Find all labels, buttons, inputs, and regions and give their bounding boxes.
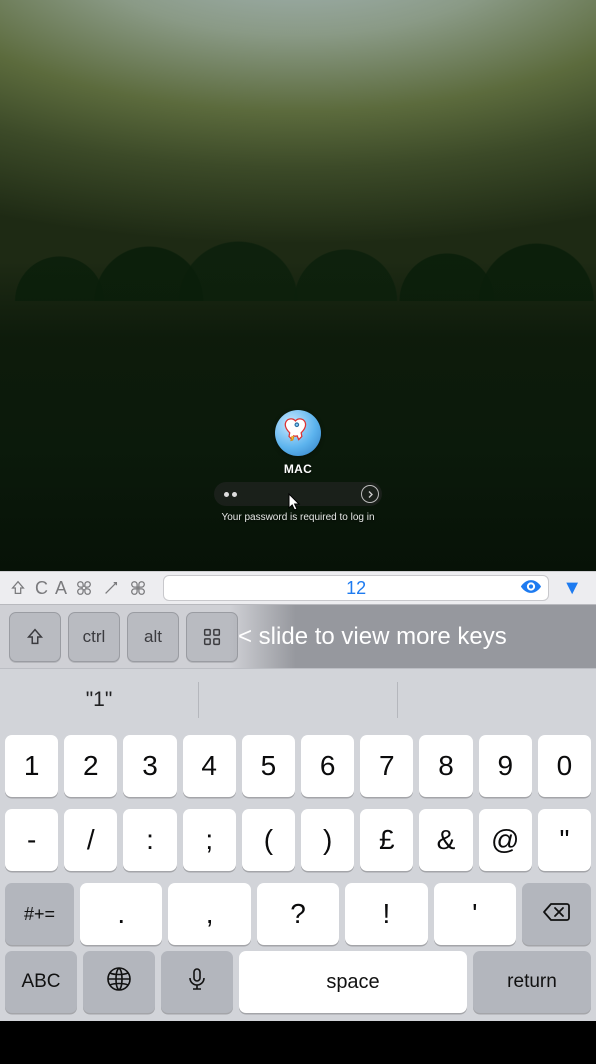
key-8[interactable]: 8 — [419, 735, 472, 797]
key-4[interactable]: 4 — [183, 735, 236, 797]
key-exclaim[interactable]: ! — [345, 883, 427, 945]
key-space[interactable]: space — [239, 951, 467, 1013]
toolbar-more-triangle-icon[interactable]: ▼ — [562, 577, 582, 600]
login-panel: MAC Your password is required to log in — [198, 410, 398, 525]
key-at[interactable]: @ — [479, 809, 532, 871]
key-paren-open[interactable]: ( — [242, 809, 295, 871]
key-pound[interactable]: £ — [360, 809, 413, 871]
key-row-bottom: ABC space return — [0, 951, 596, 1021]
modifier-keys-row: ctrl alt < slide to view more keys — [0, 604, 596, 668]
alt-key-a[interactable]: A — [55, 579, 67, 597]
microphone-icon — [184, 966, 210, 998]
escape-icon[interactable] — [101, 578, 121, 598]
key-5[interactable]: 5 — [242, 735, 295, 797]
username-label: MAC — [284, 462, 312, 476]
mod-cmd-key[interactable] — [186, 612, 238, 662]
mod-ctrl-key[interactable]: ctrl — [68, 612, 120, 662]
password-hint: Your password is required to log in — [221, 512, 374, 525]
shift-icon[interactable] — [8, 578, 28, 598]
remote-screen[interactable]: MAC Your password is required to log in — [0, 0, 596, 571]
key-comma[interactable]: , — [168, 883, 250, 945]
key-paren-close[interactable]: ) — [301, 809, 354, 871]
password-input[interactable] — [214, 482, 382, 506]
mod-alt-key[interactable]: alt — [127, 612, 179, 662]
key-question[interactable]: ? — [257, 883, 339, 945]
password-mask — [224, 492, 237, 497]
key-symbol-switch[interactable]: #+= — [5, 883, 74, 945]
user-avatar[interactable] — [275, 410, 321, 456]
key-2[interactable]: 2 — [64, 735, 117, 797]
key-dictation[interactable] — [161, 951, 233, 1013]
input-preview-field[interactable]: 12 — [163, 575, 549, 601]
key-globe[interactable] — [83, 951, 155, 1013]
key-colon[interactable]: : — [123, 809, 176, 871]
key-row-2: - / : ; ( ) £ & @ " — [5, 809, 591, 871]
key-1[interactable]: 1 — [5, 735, 58, 797]
submit-arrow-button[interactable] — [361, 485, 379, 503]
eye-icon[interactable] — [520, 578, 542, 599]
rocket-icon — [284, 416, 312, 450]
vnc-toolbar: C A 12 ▼ — [0, 571, 596, 604]
key-return[interactable]: return — [473, 951, 591, 1013]
key-apostrophe[interactable]: ' — [434, 883, 516, 945]
key-0[interactable]: 0 — [538, 735, 591, 797]
predictive-bar: "1" — [0, 669, 596, 731]
key-slash[interactable]: / — [64, 809, 117, 871]
key-backspace[interactable] — [522, 883, 591, 945]
key-6[interactable]: 6 — [301, 735, 354, 797]
shortcuts-icon[interactable] — [128, 578, 148, 598]
ctrl-key-c[interactable]: C — [35, 579, 48, 597]
key-row-3: #+= . , ? ! ' — [5, 883, 591, 945]
key-semicolon[interactable]: ; — [183, 809, 236, 871]
globe-icon — [106, 966, 132, 998]
key-3[interactable]: 3 — [123, 735, 176, 797]
cmd-icon[interactable] — [74, 578, 94, 598]
backspace-icon — [542, 898, 572, 930]
key-dash[interactable]: - — [5, 809, 58, 871]
ios-keyboard: "1" 1 2 3 4 5 6 7 8 9 0 - / : ; ( ) £ & … — [0, 668, 596, 1021]
key-period[interactable]: . — [80, 883, 162, 945]
input-preview-value: 12 — [346, 578, 366, 599]
key-quote[interactable]: " — [538, 809, 591, 871]
key-row-1: 1 2 3 4 5 6 7 8 9 0 — [5, 735, 591, 797]
predictive-suggestion[interactable]: "1" — [0, 669, 198, 731]
predictive-empty-1[interactable] — [199, 669, 397, 731]
key-7[interactable]: 7 — [360, 735, 413, 797]
slide-keys-hint: < slide to view more keys — [230, 605, 596, 668]
predictive-empty-2[interactable] — [398, 669, 596, 731]
key-ampersand[interactable]: & — [419, 809, 472, 871]
key-abc[interactable]: ABC — [5, 951, 77, 1013]
mod-shift-key[interactable] — [9, 612, 61, 662]
key-9[interactable]: 9 — [479, 735, 532, 797]
